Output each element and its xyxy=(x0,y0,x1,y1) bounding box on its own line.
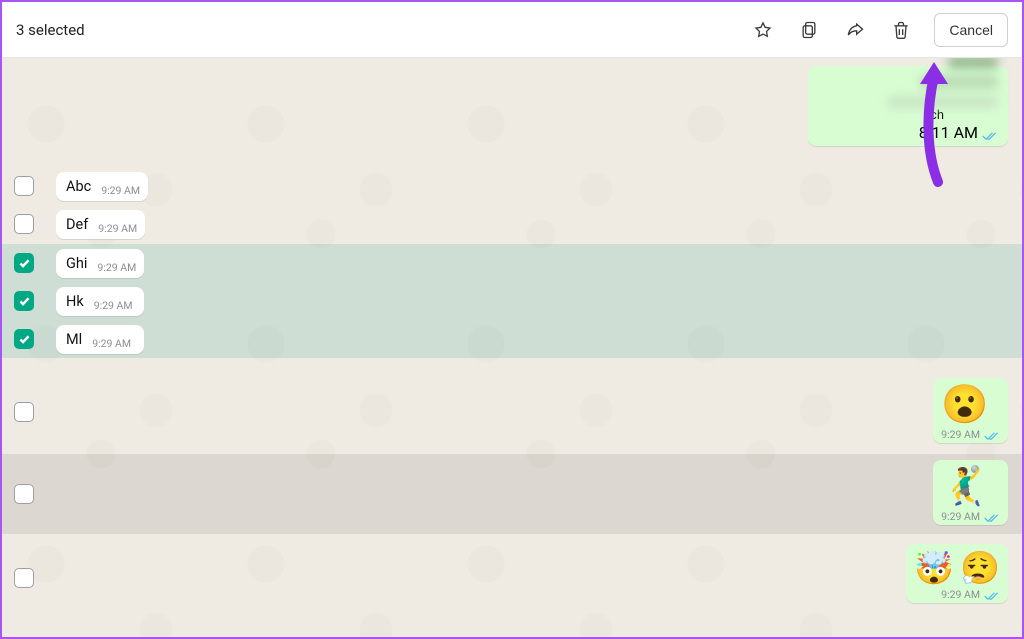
emoji-content: 🤾‍♂️ xyxy=(941,468,1000,506)
message-time: 9:29 AM xyxy=(98,222,137,235)
emoji-content: 🤯 😮‍💨 xyxy=(914,552,1000,584)
outgoing-bubble[interactable]: 😮 9:29 AM xyxy=(933,378,1008,443)
message-row[interactable]: 🤾‍♂️ 9:29 AM xyxy=(2,454,1022,534)
incoming-bubble[interactable]: Abc 9:29 AM xyxy=(56,172,148,201)
outgoing-bubble[interactable]: 🤯 😮‍💨 9:29 AM xyxy=(906,544,1008,603)
copy-icon[interactable] xyxy=(790,11,828,49)
select-checkbox[interactable] xyxy=(14,253,34,273)
message-time: 9:29 AM xyxy=(941,588,980,601)
emoji-content: 😮 xyxy=(941,386,1000,424)
select-checkbox[interactable] xyxy=(14,484,34,504)
redacted-visible-tail: ch xyxy=(930,108,998,123)
message-row[interactable]: Abc 9:29 AM xyxy=(2,168,1022,204)
outgoing-bubble[interactable]: 🤾‍♂️ 9:29 AM xyxy=(933,460,1008,525)
message-time: 9:29 AM xyxy=(941,428,980,441)
message-time: 9:29 AM xyxy=(941,510,980,523)
select-checkbox[interactable] xyxy=(14,291,34,311)
forward-icon[interactable] xyxy=(836,11,874,49)
select-checkbox[interactable] xyxy=(14,176,34,196)
read-ticks-icon xyxy=(984,427,1000,439)
message-time: 9:29 AM xyxy=(97,261,136,274)
delete-icon[interactable] xyxy=(882,11,920,49)
message-row[interactable]: Hk 9:29 AM xyxy=(2,282,1022,320)
message-row[interactable]: 😮 9:29 AM xyxy=(2,372,1022,452)
redacted-content xyxy=(818,58,998,108)
cancel-button[interactable]: Cancel xyxy=(934,13,1008,47)
message-text: Abc xyxy=(66,178,91,195)
message-row[interactable]: 🤯 😮‍💨 9:29 AM xyxy=(2,538,1022,618)
read-ticks-icon xyxy=(982,127,998,139)
select-checkbox[interactable] xyxy=(14,402,34,422)
message-time: 8:11 AM xyxy=(919,123,978,142)
selection-toolbar: 3 selected Cancel xyxy=(2,2,1022,58)
message-text: Def xyxy=(66,216,88,233)
select-checkbox[interactable] xyxy=(14,568,34,588)
outgoing-bubble-redacted: ch 8:11 AM xyxy=(808,66,1008,146)
select-checkbox[interactable] xyxy=(14,214,34,234)
incoming-bubble[interactable]: Ghi 9:29 AM xyxy=(56,249,144,278)
incoming-bubble[interactable]: Ml 9:29 AM xyxy=(56,325,144,354)
message-row[interactable]: Ml 9:29 AM xyxy=(2,320,1022,358)
incoming-bubble[interactable]: Def 9:29 AM xyxy=(56,210,145,239)
message-time: 9:29 AM xyxy=(92,337,131,350)
chat-messages-area: ch 8:11 AM Abc 9:29 AM Def 9:29 AM Ghi 9… xyxy=(2,58,1022,637)
message-row[interactable]: Def 9:29 AM xyxy=(2,206,1022,242)
message-text: Ghi xyxy=(66,255,87,272)
message-text: Ml xyxy=(66,331,82,348)
message-time: 9:29 AM xyxy=(94,299,133,312)
read-ticks-icon xyxy=(984,587,1000,599)
read-ticks-icon xyxy=(984,509,1000,521)
message-text: Hk xyxy=(66,293,84,310)
incoming-bubble[interactable]: Hk 9:29 AM xyxy=(56,287,144,316)
select-checkbox[interactable] xyxy=(14,329,34,349)
message-time: 9:29 AM xyxy=(101,184,140,197)
star-icon[interactable] xyxy=(744,11,782,49)
message-row[interactable]: Ghi 9:29 AM xyxy=(2,244,1022,282)
selection-count: 3 selected xyxy=(16,21,85,39)
